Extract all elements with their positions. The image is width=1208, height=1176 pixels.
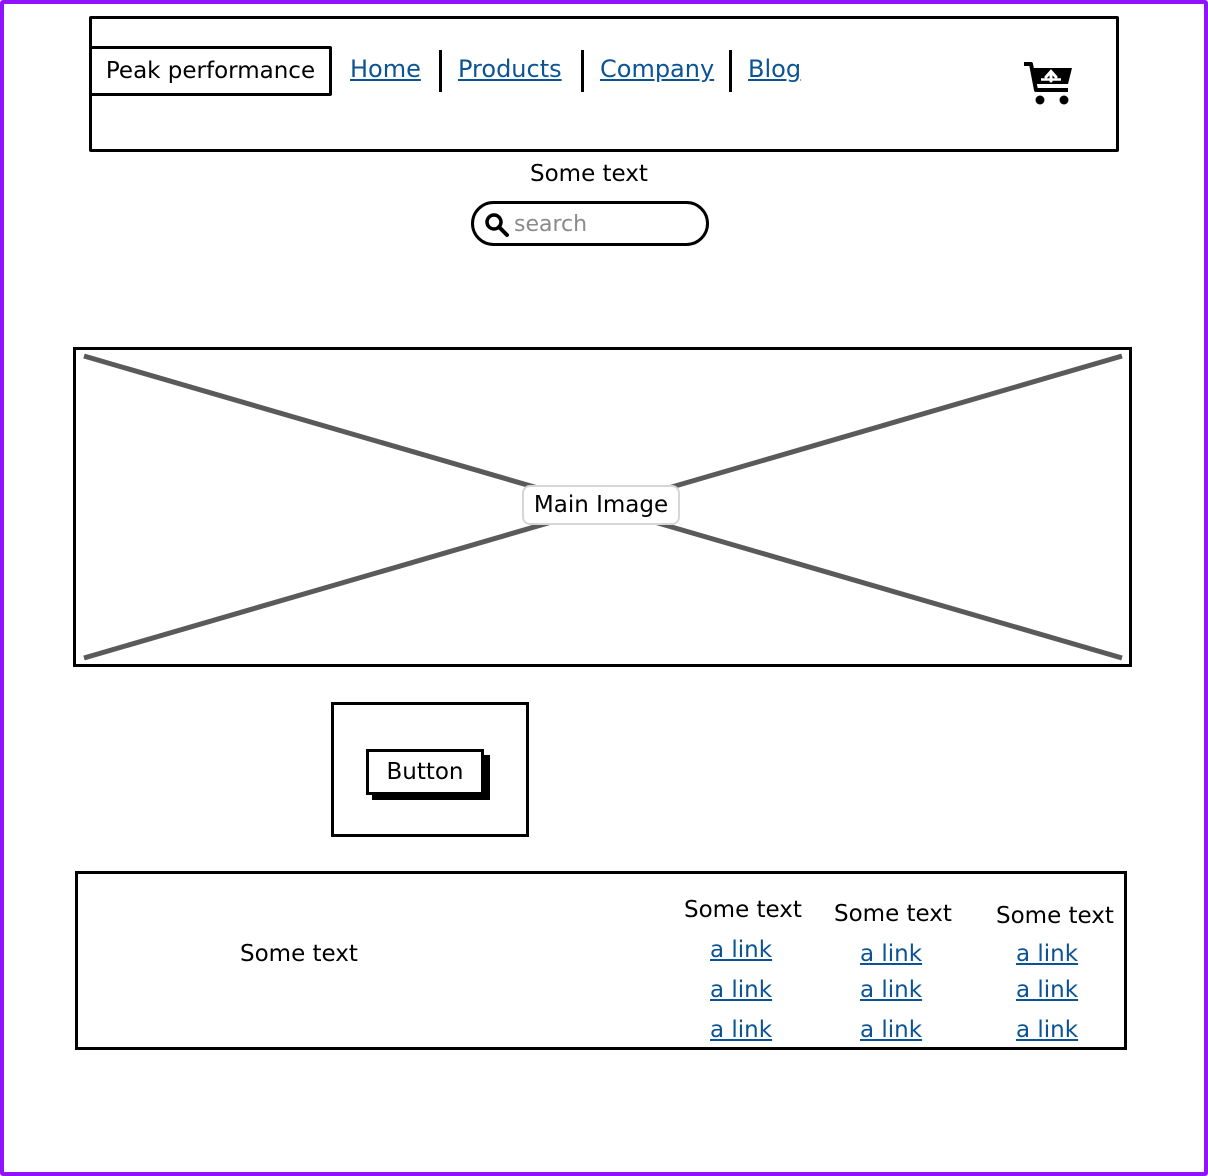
- cart-icon[interactable]: [1022, 60, 1076, 108]
- cart-upload-icon: [1024, 62, 1072, 105]
- footer-col-1-link[interactable]: a link: [710, 1015, 772, 1045]
- main-image-label: Main Image: [522, 485, 680, 525]
- footer-col-1-heading: Some text: [684, 897, 802, 923]
- footer-col-2-link[interactable]: a link: [860, 939, 922, 969]
- nav-home[interactable]: Home: [350, 52, 421, 86]
- footer-text: Some text: [240, 941, 358, 967]
- footer-col-1-link[interactable]: a link: [710, 975, 772, 1005]
- footer-col-3-link[interactable]: a link: [1016, 1015, 1078, 1045]
- search-box[interactable]: [471, 201, 709, 246]
- footer-col-2-link[interactable]: a link: [860, 975, 922, 1005]
- hero-tagline: Some text: [530, 161, 648, 187]
- footer-col-1-link[interactable]: a link: [710, 935, 772, 965]
- footer: [75, 871, 1127, 1050]
- nav-company[interactable]: Company: [600, 52, 714, 86]
- search-input[interactable]: [514, 210, 694, 238]
- nav-products[interactable]: Products: [458, 52, 562, 86]
- footer-col-2-heading: Some text: [834, 901, 952, 927]
- footer-col-3-heading: Some text: [996, 903, 1114, 929]
- nav-blog[interactable]: Blog: [748, 52, 801, 86]
- nav-divider: [439, 50, 442, 92]
- nav-divider: [729, 50, 732, 92]
- primary-button[interactable]: Button: [366, 749, 484, 795]
- brand-logo[interactable]: Peak performance: [89, 46, 332, 96]
- search-icon: [485, 213, 509, 237]
- nav-divider: [581, 50, 584, 92]
- footer-col-3-link[interactable]: a link: [1016, 975, 1078, 1005]
- footer-col-3-link[interactable]: a link: [1016, 939, 1078, 969]
- footer-col-2-link[interactable]: a link: [860, 1015, 922, 1045]
